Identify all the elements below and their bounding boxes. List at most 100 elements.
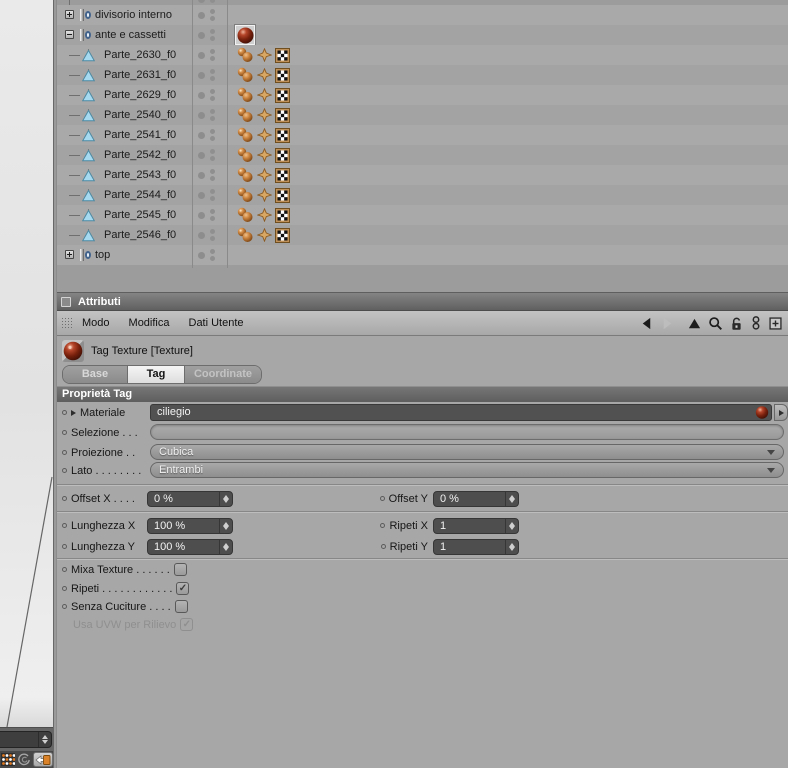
texture-tag-icon[interactable]: [275, 207, 290, 223]
browser-button[interactable]: [33, 752, 53, 767]
layer-dot[interactable]: [198, 52, 205, 59]
render-visibility-dot[interactable]: [210, 76, 215, 81]
layer-dot[interactable]: [198, 12, 205, 19]
tree-row[interactable]: top: [57, 245, 788, 265]
tree-row[interactable]: Parte_2629_f0: [57, 85, 788, 105]
arrow-up-icon[interactable]: [687, 316, 702, 331]
texture-tag-icon[interactable]: [275, 87, 290, 103]
uvw-tag-icon[interactable]: [257, 68, 272, 82]
param-dot-icon[interactable]: [62, 523, 67, 528]
menu-modifica[interactable]: Modifica: [129, 317, 170, 329]
param-dot-icon[interactable]: [62, 586, 67, 591]
editor-visibility-dot[interactable]: [210, 9, 215, 14]
layer-dot[interactable]: [198, 252, 205, 259]
tree-row[interactable]: Parte_2631_f0: [57, 65, 788, 85]
render-visibility-dot[interactable]: [210, 136, 215, 141]
attributes-title-bar[interactable]: Attributi: [57, 293, 788, 311]
materiale-field[interactable]: ciliegio: [150, 404, 772, 421]
texture-tag-icon[interactable]: [275, 107, 290, 123]
layer-dot[interactable]: [198, 212, 205, 219]
texture-tag-icon[interactable]: [275, 187, 290, 203]
viewport-edge[interactable]: [0, 0, 53, 728]
spinner-arrows-icon[interactable]: [219, 518, 232, 533]
mixa-texture-checkbox[interactable]: [173, 563, 187, 576]
disclosure-triangle-icon[interactable]: [71, 409, 76, 416]
param-dot-icon[interactable]: [62, 496, 67, 501]
tree-row-label[interactable]: divisorio interno: [95, 5, 172, 25]
phong-tag-icon[interactable]: [236, 227, 254, 243]
editor-visibility-dot[interactable]: [210, 249, 215, 254]
spinner-arrows-icon[interactable]: [38, 732, 51, 747]
layer-dot[interactable]: [198, 152, 205, 159]
tree-row-label[interactable]: Parte_2544_f0: [104, 185, 176, 205]
spinner-arrows-icon[interactable]: [505, 539, 518, 554]
tree-row[interactable]: ante e cassetti: [57, 24, 788, 46]
layer-dot[interactable]: [198, 172, 205, 179]
tree-row-label[interactable]: Parte_2630_f0: [104, 45, 176, 65]
render-visibility-dot[interactable]: [210, 196, 215, 201]
texture-tag-icon[interactable]: [275, 167, 290, 183]
menu-dati-utente[interactable]: Dati Utente: [189, 317, 244, 329]
phong-tag-icon[interactable]: [236, 127, 254, 143]
tree-row-label[interactable]: Parte_2545_f0: [104, 205, 176, 225]
phong-tag-icon[interactable]: [236, 167, 254, 183]
param-dot-icon[interactable]: [380, 523, 386, 528]
phong-tag-icon[interactable]: [236, 107, 254, 123]
layer-dot[interactable]: [198, 72, 205, 79]
editor-visibility-dot[interactable]: [210, 69, 215, 74]
editor-visibility-dot[interactable]: [210, 89, 215, 94]
render-visibility-dot[interactable]: [210, 56, 215, 61]
tree-row[interactable]: Parte_2544_f0: [57, 185, 788, 205]
param-dot-icon[interactable]: [379, 496, 385, 501]
param-dot-icon[interactable]: [62, 544, 67, 549]
phong-tag-icon[interactable]: [236, 67, 254, 83]
uvw-tag-icon[interactable]: [257, 128, 272, 142]
phong-tag-icon[interactable]: [236, 87, 254, 103]
uvw-tag-icon[interactable]: [257, 88, 272, 102]
uvw-tag-icon[interactable]: [257, 168, 272, 182]
editor-visibility-dot[interactable]: [210, 109, 215, 114]
tree-row-label[interactable]: Parte_2542_f0: [104, 145, 176, 165]
tree-row-label[interactable]: Parte_2546_f0: [104, 225, 176, 245]
layer-dot[interactable]: [198, 232, 205, 239]
tree-row-label[interactable]: Parte_2541_f0: [104, 125, 176, 145]
material-preview-ball[interactable]: [755, 406, 769, 419]
param-dot-icon[interactable]: [62, 604, 67, 609]
texture-tag-icon[interactable]: [275, 127, 290, 143]
ripeti-checkbox[interactable]: ✓: [176, 582, 190, 595]
uvw-tag-icon[interactable]: [257, 228, 272, 242]
palette-grid-icon[interactable]: [1, 753, 15, 766]
panel-window-icon[interactable]: [61, 296, 71, 307]
uvw-tag-icon[interactable]: [257, 188, 272, 202]
phong-tag-icon[interactable]: [236, 187, 254, 203]
phong-tag-icon[interactable]: [236, 147, 254, 163]
tree-row-label[interactable]: Parte_2631_f0: [104, 65, 176, 85]
render-visibility-dot[interactable]: [210, 176, 215, 181]
texture-tag-ciliegio-selected[interactable]: [234, 24, 256, 46]
render-visibility-dot[interactable]: [210, 156, 215, 161]
tree-row[interactable]: divisorio interno: [57, 5, 788, 25]
visibility-dot[interactable]: [198, 0, 205, 3]
history-back-icon[interactable]: [639, 316, 654, 331]
tree-row-label[interactable]: top: [95, 245, 110, 265]
tree-row[interactable]: Parte_2545_f0: [57, 205, 788, 225]
param-dot-icon[interactable]: [380, 544, 386, 549]
tree-row[interactable]: Parte_2542_f0: [57, 145, 788, 165]
texture-tag-icon[interactable]: [275, 227, 290, 243]
layer-dot[interactable]: [198, 192, 205, 199]
tree-row[interactable]: Parte_2540_f0: [57, 105, 788, 125]
visibility-dot[interactable]: [210, 0, 215, 3]
spinner-arrows-icon[interactable]: [505, 491, 518, 506]
tree-row[interactable]: Parte_2630_f0: [57, 45, 788, 65]
editor-visibility-dot[interactable]: [210, 49, 215, 54]
uvw-tag-icon[interactable]: [257, 108, 272, 122]
layer-dot[interactable]: [198, 32, 205, 39]
spinner-arrows-icon[interactable]: [219, 539, 232, 554]
tab-tag[interactable]: Tag: [128, 366, 185, 383]
expand-plus-icon[interactable]: [65, 250, 74, 259]
add-panel-icon[interactable]: [768, 316, 783, 331]
search-icon[interactable]: [708, 316, 723, 331]
editor-visibility-dot[interactable]: [210, 129, 215, 134]
param-dot-icon[interactable]: [62, 410, 67, 415]
render-visibility-dot[interactable]: [210, 116, 215, 121]
